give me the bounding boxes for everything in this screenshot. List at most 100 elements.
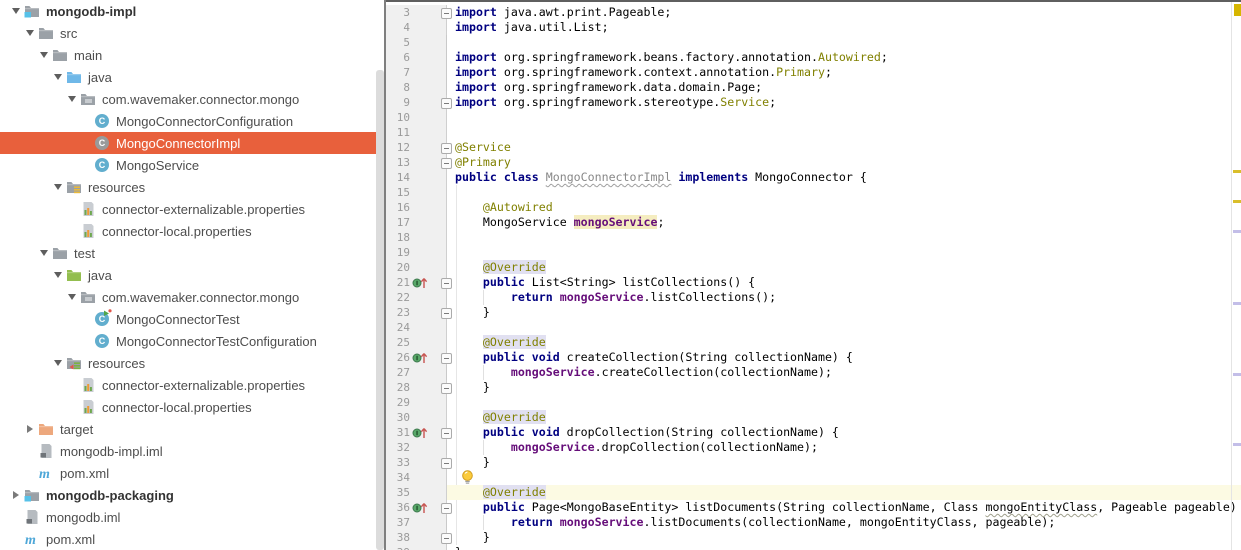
- tree-item-mongoconnectorimpl[interactable]: CMongoConnectorImpl: [0, 132, 384, 154]
- code-text[interactable]: import java.util.List;: [447, 20, 1241, 35]
- chevron-down-icon[interactable]: [36, 245, 52, 261]
- code-text[interactable]: @Primary: [447, 155, 1241, 170]
- tree-item-resources[interactable]: resources: [0, 352, 384, 374]
- usage-stripe-mark[interactable]: [1233, 230, 1241, 233]
- code-text[interactable]: [447, 320, 1241, 335]
- chevron-down-icon[interactable]: [50, 355, 66, 371]
- tree-item-main[interactable]: main: [0, 44, 384, 66]
- fold-end-icon[interactable]: [441, 383, 452, 394]
- chevron-down-icon[interactable]: [36, 47, 52, 63]
- code-text[interactable]: [447, 395, 1241, 410]
- code-text[interactable]: public void dropCollection(String collec…: [447, 425, 1241, 440]
- tree-item-test[interactable]: test: [0, 242, 384, 264]
- chevron-down-icon[interactable]: [50, 267, 66, 283]
- token-pl: , Pageable pageable) {: [1097, 500, 1241, 514]
- tree-item-com-wavemaker-connector-mongo[interactable]: com.wavemaker.connector.mongo: [0, 88, 384, 110]
- chevron-down-icon[interactable]: [64, 289, 80, 305]
- fold-collapse-icon[interactable]: [441, 278, 452, 289]
- tree-item-resources[interactable]: resources: [0, 176, 384, 198]
- code-text[interactable]: return mongoService.listCollections();: [447, 290, 1241, 305]
- code-text[interactable]: return mongoService.listDocuments(collec…: [447, 515, 1241, 530]
- code-text[interactable]: [447, 470, 1241, 485]
- code-text[interactable]: public class MongoConnectorImpl implemen…: [447, 170, 1241, 185]
- code-text[interactable]: [447, 185, 1241, 200]
- token-fld: mongoService: [560, 515, 644, 529]
- fold-end-icon[interactable]: [441, 458, 452, 469]
- inspection-indicator[interactable]: [1234, 4, 1241, 16]
- error-stripe-scrollbar[interactable]: [1231, 2, 1241, 550]
- code-text[interactable]: @Override: [447, 410, 1241, 425]
- tree-item-mongoconnectorconfiguration[interactable]: CMongoConnectorConfiguration: [0, 110, 384, 132]
- tree-item-mongodb-impl[interactable]: mongodb-impl: [0, 0, 384, 22]
- chevron-down-icon[interactable]: [50, 179, 66, 195]
- chevron-down-icon[interactable]: [8, 3, 24, 19]
- usage-stripe-mark[interactable]: [1233, 302, 1241, 305]
- code-text[interactable]: import org.springframework.context.annot…: [447, 65, 1241, 80]
- chevron-right-icon[interactable]: [22, 421, 38, 437]
- code-text[interactable]: @Override: [447, 485, 1241, 500]
- tree-item-connector-local-properties[interactable]: connector-local.properties: [0, 396, 384, 418]
- tree-item-target[interactable]: target: [0, 418, 384, 440]
- code-text[interactable]: @Override: [447, 260, 1241, 275]
- usage-stripe-mark[interactable]: [1233, 373, 1241, 376]
- tree-item-pom-xml[interactable]: mpom.xml: [0, 528, 384, 550]
- tree-item-java[interactable]: java: [0, 66, 384, 88]
- tree-item-com-wavemaker-connector-mongo[interactable]: com.wavemaker.connector.mongo: [0, 286, 384, 308]
- tree-item-connector-local-properties[interactable]: connector-local.properties: [0, 220, 384, 242]
- code-text[interactable]: @Service: [447, 140, 1241, 155]
- tree-item-mongodb-impl-iml[interactable]: mongodb-impl.iml: [0, 440, 384, 462]
- chevron-down-icon[interactable]: [22, 25, 38, 41]
- warning-stripe-mark[interactable]: [1233, 200, 1241, 203]
- token-pl: }: [455, 380, 490, 394]
- tree-item-mongoservice[interactable]: CMongoService: [0, 154, 384, 176]
- warning-stripe-mark[interactable]: [1233, 170, 1241, 173]
- code-text[interactable]: import java.awt.print.Pageable;: [447, 5, 1241, 20]
- usage-stripe-mark[interactable]: [1233, 443, 1241, 446]
- code-text[interactable]: import org.springframework.stereotype.Se…: [447, 95, 1241, 110]
- chevron-right-icon[interactable]: [8, 487, 24, 503]
- chevron-down-icon[interactable]: [50, 69, 66, 85]
- code-text[interactable]: public void createCollection(String coll…: [447, 350, 1241, 365]
- tree-item-mongoconnectortest[interactable]: CMongoConnectorTest: [0, 308, 384, 330]
- properties-file-icon: [80, 377, 96, 393]
- fold-collapse-icon[interactable]: [441, 503, 452, 514]
- code-text[interactable]: public List<String> listCollections() {: [447, 275, 1241, 290]
- tree-item-mongodb-packaging[interactable]: mongodb-packaging: [0, 484, 384, 506]
- fold-collapse-icon[interactable]: [441, 8, 452, 19]
- code-text[interactable]: [447, 230, 1241, 245]
- code-text[interactable]: }: [447, 455, 1241, 470]
- tree-item-mongodb-iml[interactable]: mongodb.iml: [0, 506, 384, 528]
- code-text[interactable]: }: [447, 545, 1241, 550]
- gutter-icon-area: [410, 515, 447, 530]
- fold-end-icon[interactable]: [441, 98, 452, 109]
- tree-item-connector-externalizable-properties[interactable]: connector-externalizable.properties: [0, 374, 384, 396]
- fold-end-icon[interactable]: [441, 158, 452, 169]
- code-text[interactable]: @Override: [447, 335, 1241, 350]
- fold-end-icon[interactable]: [441, 308, 452, 319]
- fold-collapse-icon[interactable]: [441, 428, 452, 439]
- code-text[interactable]: }: [447, 530, 1241, 545]
- fold-collapse-icon[interactable]: [441, 143, 452, 154]
- code-text[interactable]: [447, 110, 1241, 125]
- code-text[interactable]: }: [447, 380, 1241, 395]
- tree-item-connector-externalizable-properties[interactable]: connector-externalizable.properties: [0, 198, 384, 220]
- tree-item-java[interactable]: java: [0, 264, 384, 286]
- code-text[interactable]: import org.springframework.data.domain.P…: [447, 80, 1241, 95]
- fold-end-icon[interactable]: [441, 533, 452, 544]
- tree-scrollbar-thumb[interactable]: [376, 70, 384, 550]
- code-text[interactable]: import org.springframework.beans.factory…: [447, 50, 1241, 65]
- fold-collapse-icon[interactable]: [441, 353, 452, 364]
- chevron-down-icon[interactable]: [64, 91, 80, 107]
- tree-item-mongoconnectortestconfiguration[interactable]: CMongoConnectorTestConfiguration: [0, 330, 384, 352]
- code-text[interactable]: [447, 125, 1241, 140]
- code-text[interactable]: @Autowired: [447, 200, 1241, 215]
- tree-item-pom-xml[interactable]: mpom.xml: [0, 462, 384, 484]
- tree-item-src[interactable]: src: [0, 22, 384, 44]
- code-text[interactable]: MongoService mongoService;: [447, 215, 1241, 230]
- code-text[interactable]: [447, 245, 1241, 260]
- code-text[interactable]: public Page<MongoBaseEntity> listDocumen…: [447, 500, 1241, 515]
- code-text[interactable]: }: [447, 305, 1241, 320]
- code-text[interactable]: [447, 35, 1241, 50]
- code-text[interactable]: mongoService.createCollection(collection…: [447, 365, 1241, 380]
- code-text[interactable]: mongoService.dropCollection(collectionNa…: [447, 440, 1241, 455]
